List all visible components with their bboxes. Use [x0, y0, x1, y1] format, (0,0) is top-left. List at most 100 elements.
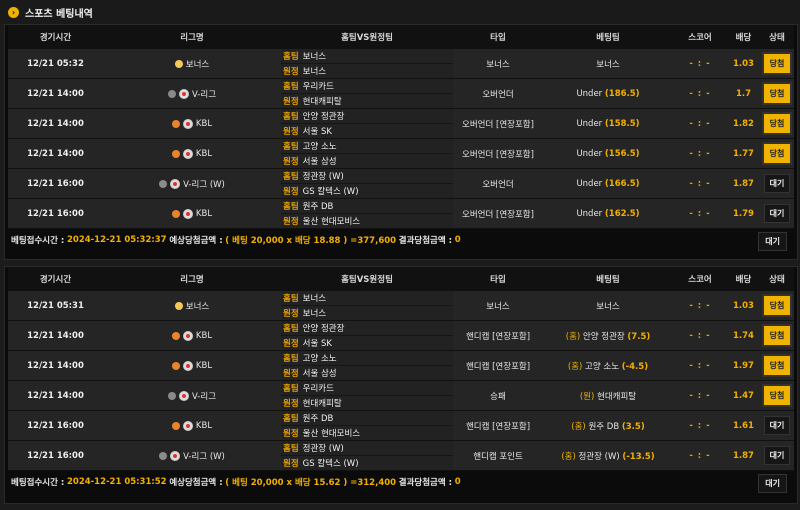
odds: 1.82: [727, 108, 760, 139]
match-time: 12/21 14:00: [8, 138, 103, 169]
korea-flag-icon: [178, 88, 189, 99]
odds: 1.97: [727, 350, 760, 381]
pick-cell: Under (156.5): [543, 138, 673, 169]
league-cell: KBL: [103, 198, 281, 229]
status-badge[interactable]: 당첨: [761, 52, 793, 75]
league-cell: 보너스: [103, 49, 281, 79]
korea-flag-icon: [182, 360, 193, 371]
pick-side: (홈): [567, 361, 583, 372]
volleyball-icon: [159, 179, 168, 188]
status-badge[interactable]: 대기: [763, 174, 791, 193]
pick-team: 정관장 (W): [578, 451, 620, 462]
odds: 1.47: [727, 380, 760, 411]
league-cell: V-리그 (W): [103, 440, 281, 471]
basketball-icon: [171, 361, 180, 370]
pick-line: (156.5): [604, 148, 640, 159]
bet-summary: 베팅접수시간 : 2024-12-21 05:32:37 예상당첨금액 : ( …: [5, 229, 797, 251]
home-team: 고양 소노: [302, 354, 337, 364]
home-team: 원주 DB: [302, 414, 334, 424]
league-name: KBL: [195, 118, 213, 129]
pick-line: (3.5): [621, 421, 645, 432]
league-name: V-리그 (W): [183, 451, 225, 462]
bet-type: 오버언더 [연장포함]: [453, 198, 543, 229]
bet-table: 경기시간 리그명 홈팀VS원정팀 타입 베팅팀 스코어 배당 상태 12/21 …: [8, 25, 794, 229]
basketball-icon: [171, 209, 180, 218]
basketball-icon: [171, 119, 180, 128]
table-row: 12/21 16:00 V-리그 (W) 홈팀 정관장 (W) 원정 GS 칼텍스 (W)…: [8, 168, 794, 199]
col-odds: 배당: [727, 25, 760, 49]
home-team: 우리카드: [302, 82, 334, 92]
bet-type: 오버언더: [453, 168, 543, 199]
away-team: 보너스: [302, 67, 327, 77]
status-badge[interactable]: 대기: [763, 204, 791, 223]
home-label: 홈팀: [283, 172, 299, 182]
status-badge[interactable]: 당첨: [761, 354, 793, 377]
away-team: 울산 현대모비스: [302, 217, 361, 227]
pick-line: (-13.5): [622, 451, 655, 462]
bet-slip-panel-2: 경기시간 리그명 홈팀VS원정팀 타입 베팅팀 스코어 배당 상태 12/21 …: [4, 266, 798, 504]
bet-type: 보너스: [453, 49, 543, 79]
status-badge[interactable]: 대기: [763, 416, 791, 435]
home-team: 안양 정관장: [302, 112, 345, 122]
status-cell: 당첨: [760, 49, 794, 79]
away-team: 현대캐피탈: [302, 97, 342, 107]
away-team: 서울 SK: [302, 127, 332, 137]
league-cell: V-리그: [103, 380, 281, 411]
pick-line: (-4.5): [621, 361, 649, 372]
slip-status-button[interactable]: 대기: [758, 474, 787, 493]
table-header: 경기시간 리그명 홈팀VS원정팀 타입 베팅팀 스코어 배당 상태: [8, 25, 794, 49]
korea-flag-icon: [170, 450, 181, 461]
home-team: 고양 소노: [302, 142, 337, 152]
status-badge[interactable]: 당첨: [761, 294, 793, 317]
home-team: 정관장 (W): [302, 172, 344, 182]
score: - : -: [673, 320, 727, 351]
pick-team: 안양 정관장: [582, 331, 625, 342]
home-label: 홈팀: [283, 202, 299, 212]
korea-flag-icon: [182, 118, 193, 129]
league-name: V-리그: [191, 89, 217, 100]
score: - : -: [673, 410, 727, 441]
bet-time-value: 2024-12-21 05:31:52: [66, 477, 167, 487]
league-cell: V-리그 (W): [103, 168, 281, 199]
status-badge[interactable]: 당첨: [761, 384, 793, 407]
expected-label: 예상당첨금액 :: [169, 236, 223, 246]
teams-cell: 홈팀 고양 소노 원정 서울 삼성: [281, 138, 453, 169]
away-label: 원정: [283, 309, 299, 319]
league-cell: KBL: [103, 138, 281, 169]
away-label: 원정: [283, 339, 299, 349]
pick-side: (원): [579, 391, 595, 402]
page-header: › 스포츠 베팅내역: [0, 0, 800, 24]
bet-type: 오버언더 [연장포함]: [453, 108, 543, 139]
odds: 1.61: [727, 410, 760, 441]
pick-cell: 보너스: [543, 291, 673, 321]
col-time: 경기시간: [8, 267, 103, 291]
status-badge[interactable]: 당첨: [761, 82, 793, 105]
match-time: 12/21 14:00: [8, 78, 103, 109]
away-team: 서울 SK: [302, 339, 332, 349]
status-badge[interactable]: 당첨: [761, 324, 793, 347]
status-cell: 당첨: [760, 350, 794, 381]
pick-cell: Under (158.5): [543, 108, 673, 139]
table-body: 12/21 05:31 보너스 홈팀 보너스 원정 보너스 보너스 보너스 - : -1.03 당…: [8, 291, 794, 471]
korea-flag-icon: [170, 178, 181, 189]
odds: 1.87: [727, 168, 760, 199]
score: - : -: [673, 138, 727, 169]
away-label: 원정: [283, 187, 299, 197]
table-row: 12/21 14:00 KBL 홈팀 고양 소노 원정 서울 삼성 오버언더 [연장포함] U…: [8, 138, 794, 169]
slip-status-button[interactable]: 대기: [758, 232, 787, 251]
korea-flag-icon: [178, 390, 189, 401]
status-cell: 대기: [760, 168, 794, 199]
col-league: 리그명: [103, 267, 281, 291]
pick-team: Under: [576, 118, 603, 129]
korea-flag-icon: [182, 420, 193, 431]
status-badge[interactable]: 당첨: [761, 142, 793, 165]
status-badge[interactable]: 대기: [763, 446, 791, 465]
bonus-icon: [174, 59, 183, 68]
bet-type: 핸디캡 [연장포함]: [453, 410, 543, 441]
away-team: 서울 삼성: [302, 157, 337, 167]
status-cell: 당첨: [760, 320, 794, 351]
status-badge[interactable]: 당첨: [761, 112, 793, 135]
odds: 1.77: [727, 138, 760, 169]
bet-type: 핸디캡 포인트: [453, 440, 543, 471]
odds: 1.87: [727, 440, 760, 471]
